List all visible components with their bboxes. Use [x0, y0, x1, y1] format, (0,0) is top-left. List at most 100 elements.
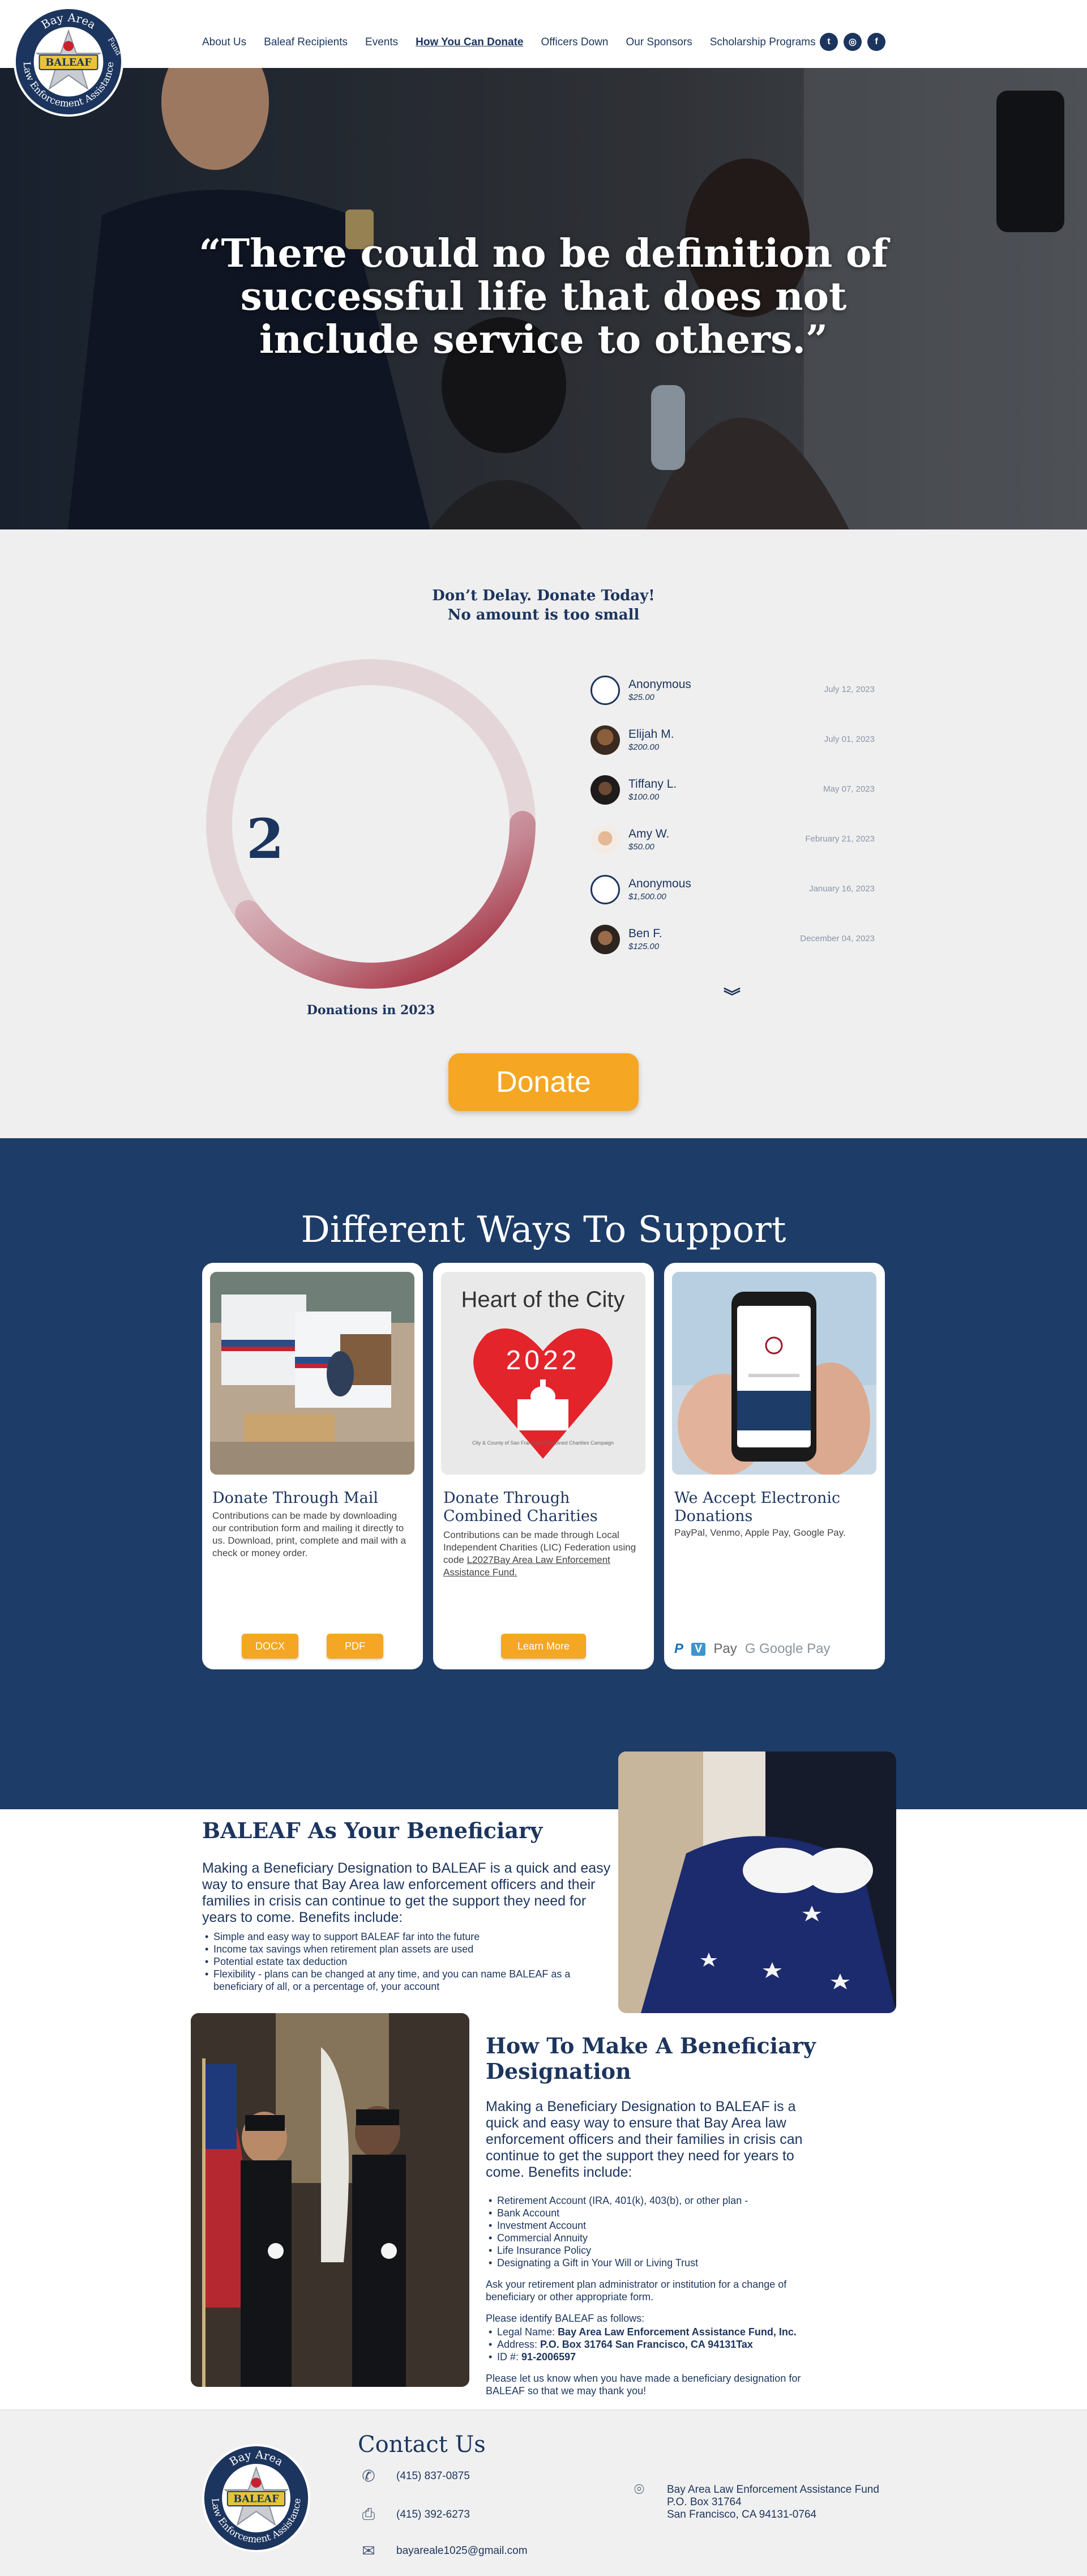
fax-number: (415) 392-6273: [396, 2508, 470, 2521]
heart-of-the-city-image: Heart of the City 2022 City & County of …: [441, 1272, 645, 1475]
phone-number: (415) 837-0875: [396, 2470, 470, 2482]
donations-section: Don’t Delay. Donate Today! No amount is …: [0, 529, 1087, 1138]
location-pin-icon: ⌾: [634, 2480, 644, 2499]
beneficiary-lead: Making a Beneficiary Designation to BALE…: [202, 1860, 611, 1925]
nav-link-how-you-can-donate[interactable]: How You Can Donate: [416, 36, 523, 49]
phone-icon: ✆: [362, 2467, 375, 2485]
donor-date: December 04, 2023: [800, 934, 875, 943]
contact-fax[interactable]: ⎙ (415) 392-6273: [358, 2505, 470, 2524]
contact-email[interactable]: ✉ bayareale1025@gmail.com: [358, 2541, 527, 2560]
donor-avatar: [590, 775, 620, 805]
nav-link-about-us[interactable]: About Us: [202, 36, 246, 49]
address-block: Bay Area Law Enforcement Assistance Fund…: [667, 2484, 879, 2521]
donation-count-label: Donations in 2023: [306, 1003, 435, 1018]
donate-headline-line1: Don’t Delay. Donate Today!: [432, 587, 655, 604]
baleaf-logo[interactable]: Bay Area Law Enforcement Assistance BALE…: [12, 6, 125, 118]
facebook-icon[interactable]: f: [867, 33, 885, 51]
contact-phone[interactable]: ✆ (415) 837-0875: [358, 2467, 470, 2485]
chevron-down-icon[interactable]: ︾: [724, 982, 741, 1007]
benefits-list: Simple and easy way to support BALEAF fa…: [202, 1930, 618, 1993]
logo-banner-text: BALEAF: [45, 57, 92, 69]
beneficiary-section: BALEAF As Your Beneficiary Making a Bene…: [202, 1818, 618, 1993]
nav-links: About Us Baleaf Recipients Events How Yo…: [202, 34, 833, 51]
beneficiary-title: BALEAF As Your Beneficiary: [202, 1818, 543, 1843]
support-section: Different Ways To Support Donate Through…: [0, 1138, 1087, 1809]
donor-date: February 21, 2023: [805, 834, 875, 844]
designation-list: Retirement Account (IRA, 401(k), 403(b),…: [486, 2194, 916, 2269]
list-item: Retirement Account (IRA, 401(k), 403(b),…: [486, 2194, 916, 2207]
footer-logo: Bay Area Law Enforcement Assistance BALE…: [202, 2443, 311, 2553]
contact-address: ⌾ Bay Area Law Enforcement Assistance Fu…: [634, 2480, 879, 2521]
donor-name: Ben F.: [628, 927, 662, 940]
nav-link-scholarship-programs[interactable]: Scholarship Programs: [710, 36, 816, 49]
footer-logo-banner: BALEAF: [233, 2493, 279, 2505]
card-electronic: We Accept Electronic Donations PayPal, V…: [664, 1263, 885, 1669]
twitter-icon[interactable]: t: [820, 33, 838, 51]
apple-pay-icon: Pay: [713, 1641, 737, 1656]
lic-code-link[interactable]: L2027Bay Area Law Enforcement Assistance…: [443, 1554, 610, 1578]
donate-headline: Don’t Delay. Donate Today! No amount is …: [0, 586, 1087, 625]
docx-download-button[interactable]: DOCX: [242, 1634, 298, 1659]
phone-in-hand-image: [672, 1272, 876, 1475]
donor-row: Ben F. $125.00 December 04, 2023: [589, 925, 875, 975]
designation-ask: Ask your retirement plan administrator o…: [486, 2279, 787, 2302]
donor-row: Elijah M. $200.00 July 01, 2023: [589, 725, 875, 775]
list-item: Designating a Gift in Your Will or Livin…: [486, 2257, 916, 2269]
nav-link-baleaf-recipients[interactable]: Baleaf Recipients: [264, 36, 348, 49]
donation-count: 2: [246, 807, 284, 871]
google-pay-icon: G Google Pay: [744, 1641, 831, 1656]
image-title: Heart of the City: [461, 1287, 624, 1312]
donor-row: Amy W. $50.00 February 21, 2023: [589, 825, 875, 875]
learn-more-button[interactable]: Learn More: [501, 1634, 586, 1659]
donor-row: Anonymous $25.00 July 12, 2023: [589, 676, 875, 725]
card-title: We Accept Electronic Donations: [674, 1489, 841, 1525]
donor-row: Anonymous $1,500.00 January 16, 2023: [589, 875, 875, 925]
donate-headline-line2: No amount is too small: [447, 606, 640, 623]
list-item: Address: P.O. Box 31764 San Francisco, C…: [486, 2338, 916, 2351]
social-links: t ◎ f: [820, 33, 885, 51]
donate-button[interactable]: Donate: [448, 1053, 639, 1111]
instagram-icon[interactable]: ◎: [844, 33, 862, 51]
fax-icon: ⎙: [362, 2505, 375, 2523]
designation-lead: Making a Beneficiary Designation to BALE…: [486, 2099, 803, 2180]
nav-link-our-sponsors[interactable]: Our Sponsors: [626, 36, 692, 49]
card-mail: Donate Through Mail Contributions can be…: [202, 1263, 423, 1669]
donor-amount: $25.00: [628, 693, 654, 702]
donor-row: Tiffany L. $100.00 May 07, 2023: [589, 775, 875, 825]
hero-quote-line: “There could no be definition of: [199, 231, 888, 276]
donor-name: Tiffany L.: [628, 778, 677, 791]
nav-link-officers-down[interactable]: Officers Down: [541, 36, 609, 49]
support-title: Different Ways To Support: [301, 1209, 786, 1251]
donor-amount: $1,500.00: [628, 892, 666, 902]
folded-flag-image: [618, 1751, 896, 2013]
designation-title: How To Make A Beneficiary Designation: [486, 2033, 816, 2084]
hero-quote-line: include service to others.”: [259, 317, 828, 362]
donor-list[interactable]: Anonymous $25.00 July 12, 2023 Elijah M.…: [589, 676, 875, 975]
mail-truck-image: [210, 1272, 414, 1475]
donor-date: July 12, 2023: [824, 685, 875, 694]
payment-logos: P V Pay G Google Pay: [674, 1641, 830, 1657]
image-ring-text: City & County of San Francisco Combined …: [472, 1440, 614, 1446]
card-title: Donate Through Combined Charities: [443, 1489, 598, 1525]
donor-name: Amy W.: [628, 827, 670, 840]
nav-link-events[interactable]: Events: [365, 36, 398, 49]
donor-date: January 16, 2023: [809, 884, 875, 894]
donor-name: Anonymous: [628, 678, 691, 691]
donor-amount: $200.00: [628, 742, 660, 752]
address-line: P.O. Box 31764: [667, 2496, 742, 2508]
donor-date: May 07, 2023: [823, 784, 875, 794]
list-item: ID #: 91-2006597: [486, 2351, 916, 2363]
list-item: Flexibility - plans can be changed at an…: [202, 1968, 618, 1993]
card-title: Donate Through Mail: [212, 1489, 379, 1507]
list-item: Potential estate tax deduction: [202, 1955, 618, 1968]
designation-identify: Please identify BALEAF as follows:: [486, 2313, 645, 2324]
list-item: Income tax savings when retirement plan …: [202, 1943, 618, 1955]
footer: Bay Area Law Enforcement Assistance BALE…: [0, 2410, 1087, 2576]
list-item: Life Insurance Policy: [486, 2244, 916, 2257]
donor-name: Anonymous: [628, 877, 691, 890]
image-year: 2022: [506, 1345, 580, 1375]
anonymous-avatar-icon: [590, 676, 620, 705]
donor-avatar: [590, 725, 620, 755]
pdf-download-button[interactable]: PDF: [327, 1634, 383, 1659]
list-item: Investment Account: [486, 2219, 916, 2232]
